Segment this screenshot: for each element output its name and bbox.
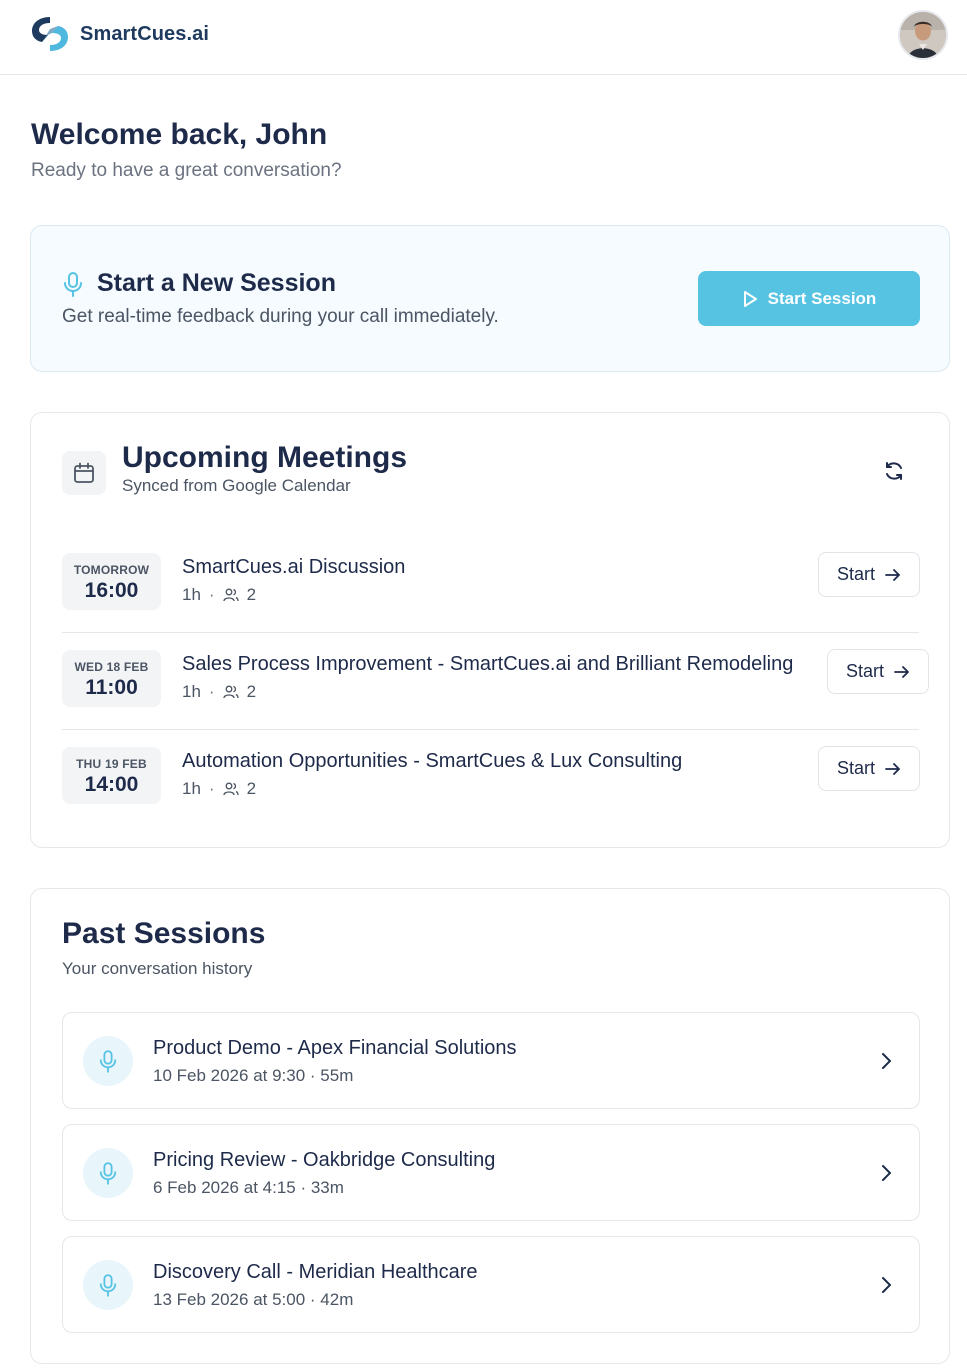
start-label: Start: [836, 564, 875, 584]
meeting-start-button[interactable]: Start: [818, 552, 920, 597]
meeting-title: Automation Opportunities - SmartCues & L…: [182, 750, 683, 772]
new-session-card: Start a New Session Get real-time feedba…: [30, 225, 950, 372]
meeting-day: WED 18 FEB: [74, 660, 149, 674]
chevron-right-icon: [882, 1277, 891, 1293]
separator-dot: ·: [208, 682, 215, 701]
user-avatar[interactable]: [898, 10, 948, 60]
start-label: Start: [845, 661, 884, 681]
microphone-icon: [99, 1162, 117, 1185]
smartcues-logo-icon[interactable]: [30, 15, 70, 53]
welcome-subtitle: Ready to have a great conversation?: [31, 160, 342, 181]
past-session-item[interactable]: Discovery Call - Meridian Healthcare 13 …: [62, 1236, 920, 1333]
microphone-icon: [99, 1050, 117, 1073]
meeting-time: 11:00: [85, 676, 138, 699]
separator-dot: ·: [208, 779, 215, 798]
new-session-title: Start a New Session: [97, 269, 336, 297]
past-session-item[interactable]: Pricing Review - Oakbridge Consulting 6 …: [62, 1124, 920, 1221]
user-photo-icon: [900, 12, 946, 58]
start-session-button[interactable]: Start Session: [698, 271, 920, 326]
session-meta: 10 Feb 2026 at 9:30 · 55m: [153, 1066, 354, 1085]
chevron-right-icon: [882, 1053, 891, 1069]
past-sessions-title: Past Sessions: [62, 917, 266, 950]
meeting-start-button[interactable]: Start: [818, 746, 920, 791]
meeting-attendees: 2: [246, 682, 257, 701]
play-icon: [743, 290, 757, 307]
start-session-label: Start Session: [767, 288, 877, 308]
meeting-day: TOMORROW: [73, 563, 150, 577]
welcome-title: Welcome back, John: [31, 118, 328, 151]
session-title: Pricing Review - Oakbridge Consulting: [153, 1149, 496, 1171]
session-meta: 13 Feb 2026 at 5:00 · 42m: [153, 1290, 354, 1309]
meeting-time: 14:00: [84, 773, 139, 796]
meeting-meta: 1h · 2: [182, 779, 256, 799]
separator-dot: ·: [208, 585, 215, 604]
arrow-right-icon: [885, 762, 900, 775]
meeting-title: SmartCues.ai Discussion: [182, 556, 406, 578]
upcoming-meetings-subtitle: Synced from Google Calendar: [122, 476, 351, 495]
people-icon: [222, 685, 239, 699]
session-title: Product Demo - Apex Financial Solutions: [153, 1037, 517, 1059]
meeting-attendees: 2: [246, 779, 257, 798]
new-session-subtitle: Get real-time feedback during your call …: [62, 306, 499, 327]
past-sessions-subtitle: Your conversation history: [62, 959, 253, 978]
refresh-icon[interactable]: [882, 459, 906, 483]
start-label: Start: [836, 758, 875, 778]
upcoming-meetings-title: Upcoming Meetings: [122, 441, 408, 474]
chevron-right-icon: [882, 1165, 891, 1181]
meeting-date-badge: THU 19 FEB 14:00: [62, 747, 161, 804]
arrow-right-icon: [894, 665, 909, 678]
meeting-date-badge: TOMORROW 16:00: [62, 553, 161, 610]
calendar-icon-box: [62, 451, 106, 495]
past-session-item[interactable]: Product Demo - Apex Financial Solutions …: [62, 1012, 920, 1109]
people-icon: [222, 588, 239, 602]
meeting-duration: 1h: [182, 585, 201, 604]
people-icon: [222, 782, 239, 796]
brand-name: SmartCues.ai: [80, 23, 210, 45]
microphone-icon: [64, 272, 82, 297]
meeting-duration: 1h: [182, 779, 201, 798]
meeting-meta: 1h · 2: [182, 682, 256, 702]
past-sessions-card: Past Sessions Your conversation history …: [30, 888, 950, 1364]
top-bar: SmartCues.ai: [0, 0, 967, 75]
meeting-row: THU 19 FEB 14:00 Automation Opportunitie…: [62, 730, 920, 827]
session-title: Discovery Call - Meridian Healthcare: [153, 1261, 478, 1283]
session-meta: 6 Feb 2026 at 4:15 · 33m: [153, 1178, 344, 1197]
session-mic-badge: [83, 1148, 133, 1198]
session-mic-badge: [83, 1260, 133, 1310]
meeting-row: WED 18 FEB 11:00 Sales Process Improveme…: [62, 633, 929, 730]
meeting-title: Sales Process Improvement - SmartCues.ai…: [182, 653, 794, 675]
upcoming-meetings-card: Upcoming Meetings Synced from Google Cal…: [30, 412, 950, 848]
arrow-right-icon: [885, 568, 900, 581]
meeting-duration: 1h: [182, 682, 201, 701]
meeting-start-button[interactable]: Start: [827, 649, 929, 694]
meeting-row: TOMORROW 16:00 SmartCues.ai Discussion 1…: [62, 536, 920, 633]
session-mic-badge: [83, 1036, 133, 1086]
microphone-icon: [99, 1274, 117, 1297]
meeting-time: 16:00: [84, 579, 139, 602]
meeting-day: THU 19 FEB: [76, 757, 147, 771]
calendar-icon: [74, 462, 94, 483]
meeting-date-badge: WED 18 FEB 11:00: [62, 650, 161, 707]
meeting-meta: 1h · 2: [182, 585, 256, 605]
meeting-attendees: 2: [246, 585, 257, 604]
